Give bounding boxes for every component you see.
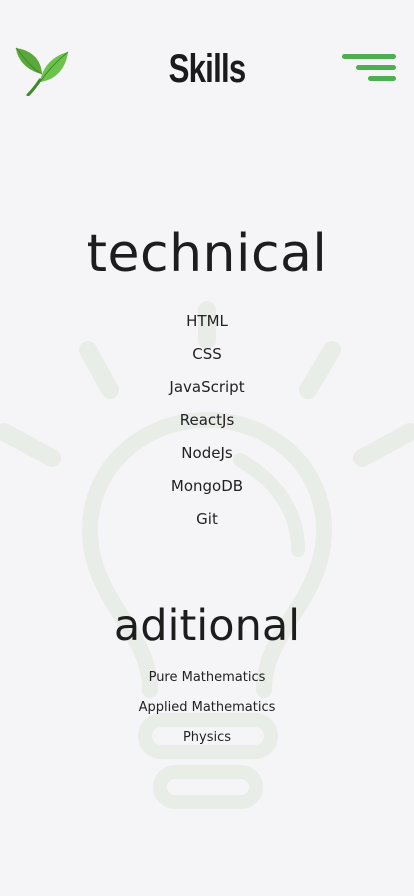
header: Skills	[0, 0, 414, 140]
additional-heading: aditional	[113, 601, 301, 651]
menu-line-middle	[356, 65, 396, 70]
skills-page: Skills technical HTML CSS JavaScript Rea…	[0, 0, 414, 896]
skill-item: HTML	[186, 312, 228, 330]
additional-skill-list: Pure Mathematics Applied Mathematics Phy…	[0, 667, 414, 757]
skill-item: CSS	[192, 345, 222, 363]
skill-item: JavaScript	[169, 378, 245, 396]
skill-item: MongoDB	[170, 477, 244, 495]
menu-button[interactable]	[338, 50, 400, 86]
skill-item: Applied Mathematics	[138, 700, 276, 715]
page-title: Skills	[168, 47, 247, 91]
skill-item: ReactJs	[179, 411, 235, 429]
skill-item: Git	[196, 510, 218, 528]
skill-item: NodeJs	[181, 444, 233, 462]
menu-line-bottom	[368, 76, 396, 81]
skill-item: Pure Mathematics	[148, 670, 266, 685]
technical-heading: technical	[86, 224, 328, 284]
technical-skill-list: HTML CSS JavaScript ReactJs NodeJs Mongo…	[0, 309, 414, 540]
menu-line-top	[342, 54, 396, 59]
skill-item: Physics	[182, 730, 232, 745]
